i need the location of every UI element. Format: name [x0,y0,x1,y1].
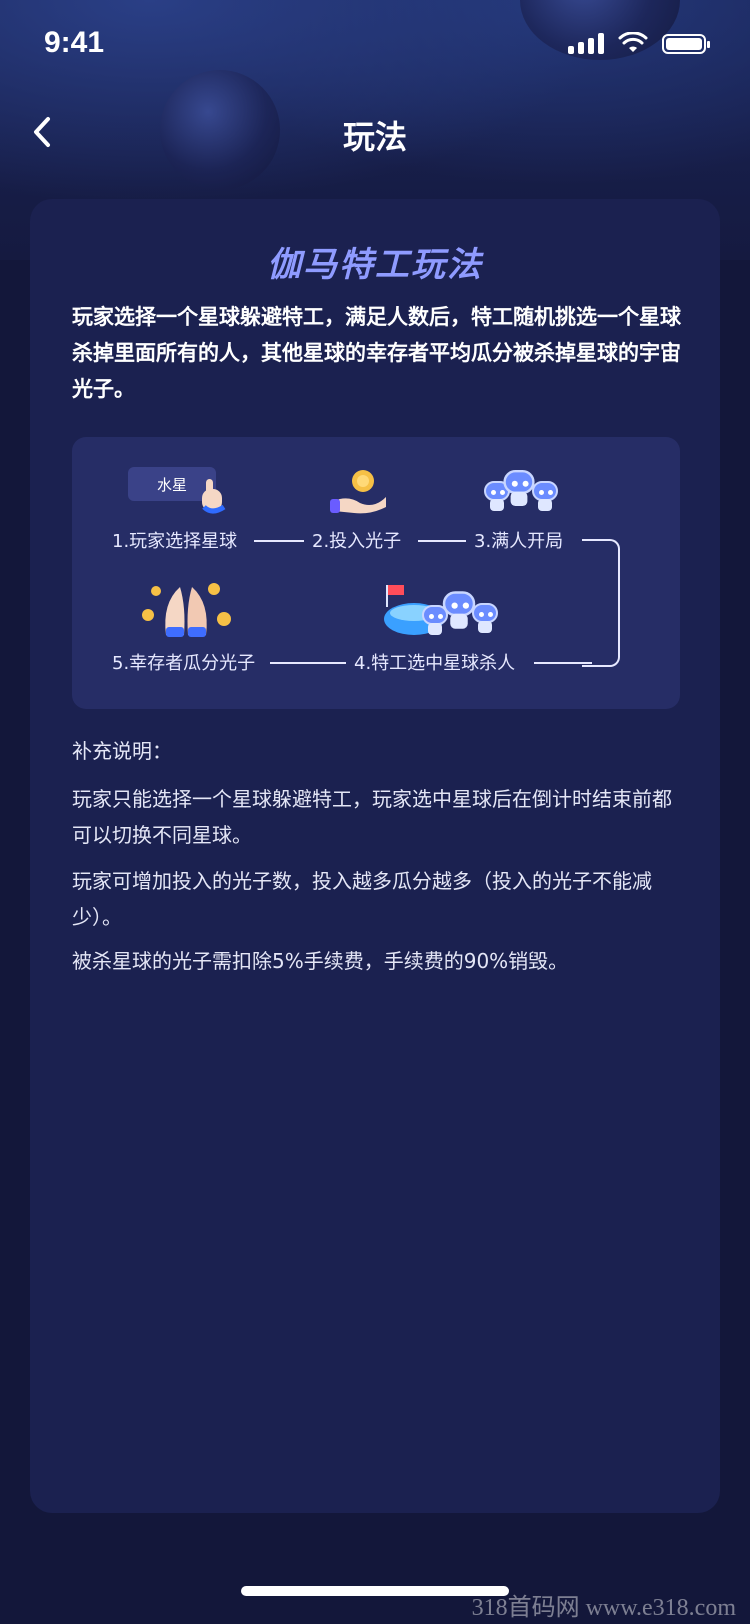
flow-diagram: 水星 1.玩家选择星球 2.投入光子 3.满人开局 5.幸存者瓜分光子 4.特工… [72,437,680,709]
hand-coin-icon [330,470,386,514]
step-label: 3.满人开局 [474,531,564,552]
notes-heading: 补充说明： [72,739,172,763]
step-label: 1.玩家选择星球 [112,531,238,552]
step-label: 5.幸存者瓜分光子 [112,653,256,674]
status-time: 9:41 [44,26,105,59]
note-item: 被杀星球的光子需扣除5%手续费，手续费的90%销毁。 [72,949,569,973]
navigation-bar: 玩法 [0,96,750,172]
connector-line [270,662,346,664]
watermark: 318首码网 www.e318.com [471,1595,736,1621]
battery-icon [662,34,710,54]
connector-line [418,540,466,542]
page-title: 玩法 [342,118,407,156]
rules-card: 伽马特工玩法 玩家选择一个星球躲避特工，满足人数后，特工随机挑选一个星球杀掉里面… [30,199,720,1513]
note-item: 玩家只能选择一个星球躲避特工，玩家选中星球后在倒计时结束前都可以切换不同星球。 [72,787,672,847]
status-icons [568,32,710,54]
robot-icon [472,603,498,633]
status-bar: 9:41 [0,0,750,90]
connector-line [534,662,592,664]
cellular-signal-icon [568,32,604,54]
connector-line [254,540,304,542]
clapping-hands-icon [142,583,231,637]
robot-icon [503,470,535,506]
note-item: 玩家可增加投入的光子数，投入越多瓜分越多（投入的光子不能减少）。 [72,869,652,929]
wifi-icon [618,32,648,52]
robot-icon [442,591,476,629]
step-label: 4.特工选中星球杀人 [354,653,516,674]
hand-tap-icon [202,479,226,514]
intro-text: 玩家选择一个星球躲避特工，满足人数后，特工随机挑选一个星球杀掉里面所有的人，其他… [72,305,681,401]
robot-icon [532,481,558,511]
card-title: 伽马特工玩法 [267,245,483,285]
home-indicator[interactable] [241,1586,509,1596]
step-label: 2.投入光子 [312,531,402,552]
connector-line [582,539,620,667]
